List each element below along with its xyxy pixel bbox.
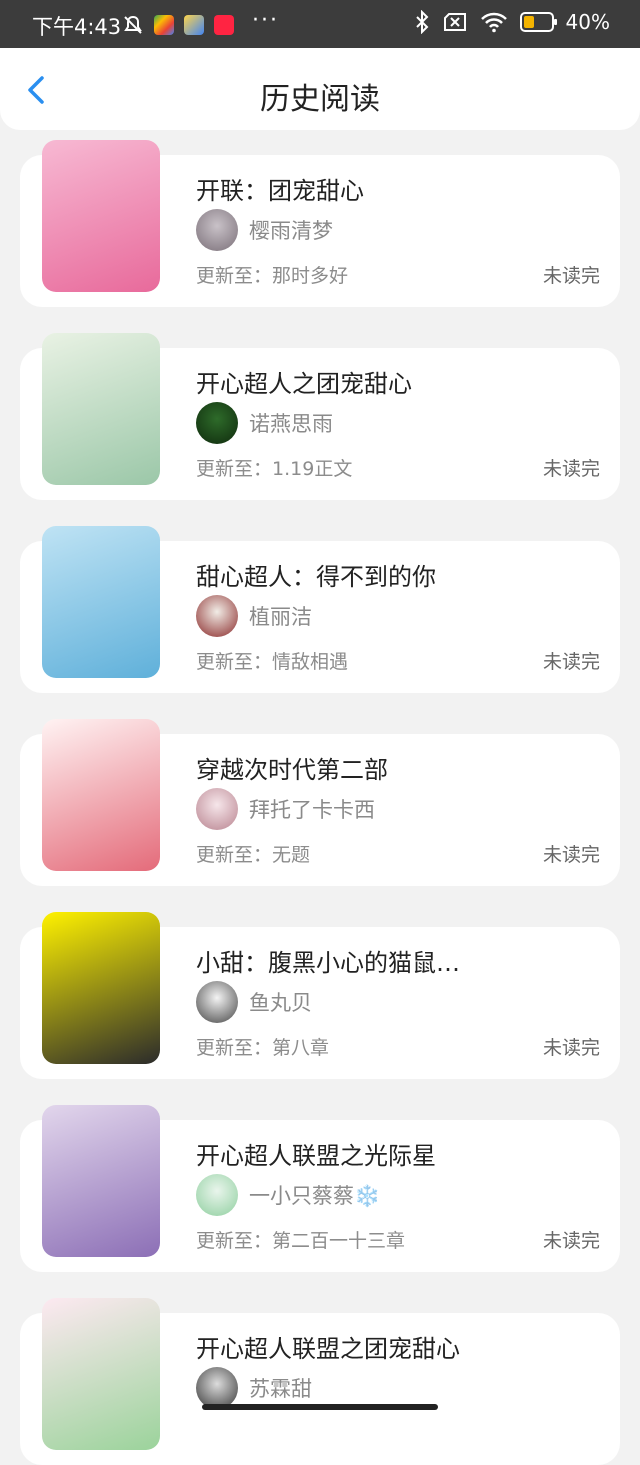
read-status: 未读完 (542, 265, 600, 287)
mute-icon (124, 15, 142, 34)
book-cover[interactable] (42, 1105, 160, 1257)
book-title[interactable]: 开联：团宠甜心 (196, 171, 364, 206)
play-store-icon (154, 15, 174, 35)
header: 历史阅读 (0, 48, 640, 130)
book-title[interactable]: 开心超人联盟之团宠甜心 (196, 1329, 460, 1364)
author-name: 苏霖甜 (249, 1377, 312, 1401)
update-prefix: 更新至： (196, 1230, 273, 1252)
author-row: 植丽洁 (196, 595, 312, 637)
author-row: 拜托了卡卡西 (196, 788, 375, 830)
book-card[interactable]: 穿越次时代第二部拜托了卡卡西更新至：无题 未读完 (20, 719, 620, 886)
latest-chapter: 1.19正文 (272, 458, 353, 480)
latest-chapter: 情敌相遇 (272, 651, 349, 673)
author-row: 苏霖甜 (196, 1367, 312, 1409)
update-info: 更新至：第八章 (196, 1033, 329, 1060)
author-avatar (196, 1174, 238, 1216)
book-cover[interactable] (42, 333, 160, 485)
read-status: 未读完 (542, 844, 600, 866)
author-name: 樱雨清梦 (249, 219, 333, 243)
more-notifications-icon: ··· (252, 8, 279, 33)
home-indicator[interactable] (202, 1404, 438, 1410)
status-time: 下午4:43 (32, 15, 122, 39)
read-status: 未读完 (542, 1230, 600, 1252)
book-card[interactable]: 小甜：腹黑小心的猫鼠… 鱼丸贝更新至：第八章 未读完 (20, 912, 620, 1079)
author-name: 诺燕思雨 (249, 412, 333, 436)
notification-icons (122, 14, 234, 36)
update-prefix: 更新至： (196, 458, 273, 480)
update-prefix: 更新至： (196, 1037, 273, 1059)
book-cover[interactable] (42, 1298, 160, 1450)
book-card[interactable]: 开联：团宠甜心樱雨清梦更新至：那时多好 未读完 (20, 140, 620, 307)
update-info: 更新至：1.19正文 (196, 454, 352, 481)
latest-chapter: 第二百一十三章 (272, 1230, 406, 1252)
book-card[interactable]: 开心超人联盟之光际星一小只蔡蔡❄️ 更新至：第二百一十三章 未读完 (20, 1105, 620, 1272)
update-info: 更新至：那时多好 (196, 261, 348, 288)
author-row: 一小只蔡蔡❄️ (196, 1174, 380, 1216)
status-bar: 下午4:43 ··· 40% (0, 0, 640, 48)
author-name: 鱼丸贝 (249, 991, 312, 1015)
bluetooth-icon (415, 10, 428, 34)
author-row: 樱雨清梦 (196, 209, 333, 251)
author-avatar (196, 1367, 238, 1409)
author-avatar (196, 402, 238, 444)
author-avatar (196, 788, 238, 830)
battery-percent: 40% (565, 10, 610, 34)
latest-chapter: 第八章 (272, 1037, 330, 1059)
author-avatar (196, 209, 238, 251)
author-name: 拜托了卡卡西 (249, 798, 375, 822)
read-status: 未读完 (542, 651, 600, 673)
book-title[interactable]: 开心超人联盟之光际星 (196, 1136, 436, 1171)
book-card[interactable]: 甜心超人：得不到的你植丽洁更新至：情敌相遇 未读完 (20, 526, 620, 693)
book-cover[interactable] (42, 526, 160, 678)
book-title[interactable]: 小甜：腹黑小心的猫鼠… (196, 943, 460, 978)
book-cover[interactable] (42, 912, 160, 1064)
system-icons: 40% (414, 10, 610, 34)
update-prefix: 更新至： (196, 265, 273, 287)
update-info: 更新至：无题 (196, 840, 310, 867)
book-title[interactable]: 甜心超人：得不到的你 (196, 557, 436, 592)
author-name: 植丽洁 (249, 605, 312, 629)
page-title: 历史阅读 (260, 82, 380, 117)
book-card[interactable]: 开心超人之团宠甜心诺燕思雨更新至：1.19正文 未读完 (20, 333, 620, 500)
book-cover[interactable] (42, 140, 160, 292)
read-status: 未读完 (542, 1037, 600, 1059)
xiaohongshu-icon (214, 15, 234, 35)
author-avatar (196, 981, 238, 1023)
read-status: 未读完 (542, 458, 600, 480)
update-prefix: 更新至： (196, 651, 273, 673)
author-avatar (196, 595, 238, 637)
author-row: 诺燕思雨 (196, 402, 333, 444)
wifi-icon (480, 12, 507, 33)
update-prefix: 更新至： (196, 844, 273, 866)
book-cover[interactable] (42, 719, 160, 871)
app-icon (184, 15, 204, 35)
latest-chapter: 那时多好 (272, 265, 349, 287)
author-name: 一小只蔡蔡❄️ (249, 1184, 381, 1208)
update-info: 更新至：第二百一十三章 (196, 1226, 405, 1253)
author-row: 鱼丸贝 (196, 981, 312, 1023)
latest-chapter: 无题 (272, 844, 311, 866)
book-title[interactable]: 穿越次时代第二部 (196, 750, 388, 785)
no-sim-icon (443, 13, 466, 31)
battery-icon (519, 12, 557, 32)
book-title[interactable]: 开心超人之团宠甜心 (196, 364, 412, 399)
book-card[interactable]: 开心超人联盟之团宠甜心苏霖甜 (20, 1298, 620, 1465)
update-info: 更新至：情敌相遇 (196, 647, 348, 674)
